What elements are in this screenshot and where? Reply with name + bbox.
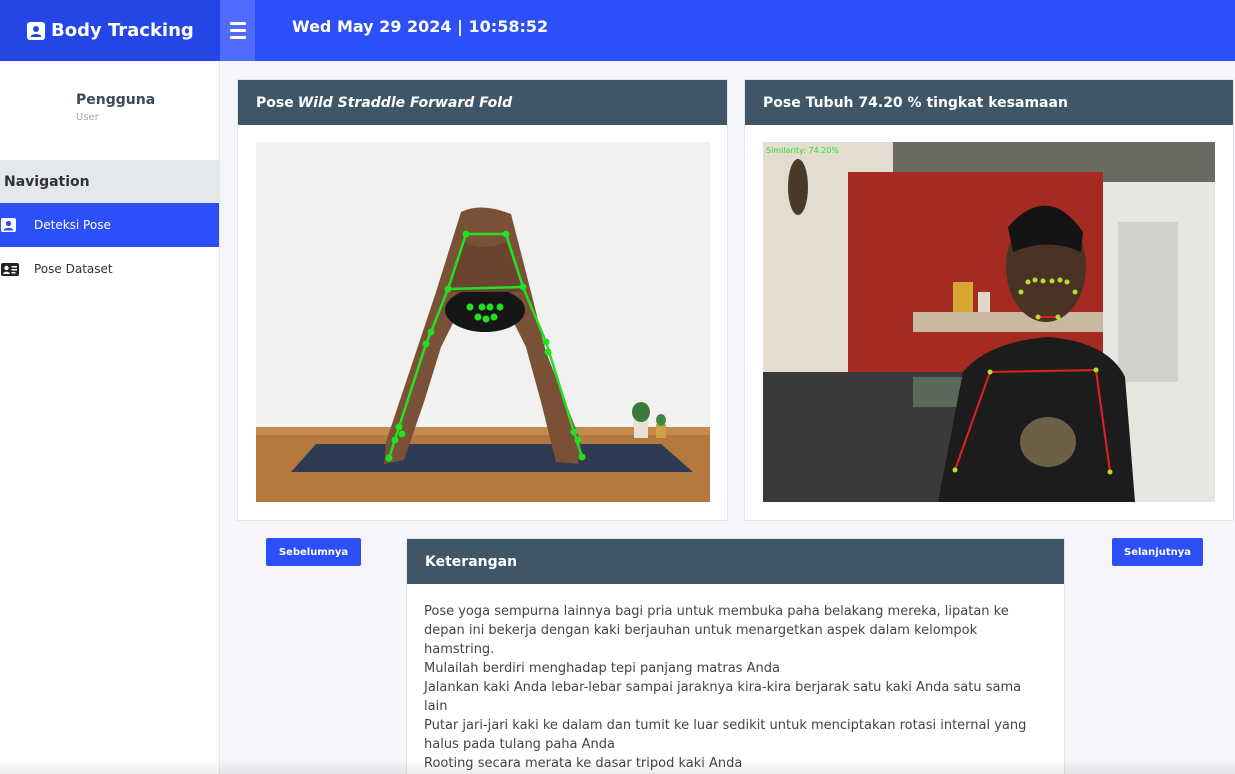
top-bar: Body Tracking Wed May 29 2024 | 10:58:52: [0, 0, 1235, 61]
id-badge-icon: [27, 21, 45, 40]
description-body: Pose yoga sempurna lainnya bagi pria unt…: [407, 584, 1064, 774]
camera-pose-title: Pose Tubuh 74.20 % tingkat kesamaan: [745, 80, 1233, 125]
pose-name: Wild Straddle Forward Fold: [297, 94, 513, 111]
reference-pose-title: Pose Wild Straddle Forward Fold: [238, 80, 727, 125]
user-square-icon: [0, 218, 34, 232]
description-line: Mulailah berdiri menghadap tepi panjang …: [424, 661, 780, 676]
user-panel: Pengguna User: [0, 61, 219, 160]
sidebar-item-deteksi-pose[interactable]: Deteksi Pose: [0, 203, 219, 247]
user-role: User: [76, 112, 99, 123]
sidebar-item-pose-dataset[interactable]: Pose Dataset: [0, 247, 219, 291]
sidebar-item-label: Pose Dataset: [34, 262, 113, 276]
description-line: Pose yoga sempurna lainnya bagi pria unt…: [424, 604, 1009, 657]
description-line: Jalankan kaki Anda lebar-lebar sampai ja…: [424, 680, 1022, 714]
nav-heading: Navigation: [0, 160, 219, 203]
description-line: Putar jari-jari kaki ke dalam dan tumit …: [424, 718, 1027, 752]
camera-pose-card: Pose Tubuh 74.20 % tingkat kesamaan Simi…: [744, 79, 1234, 521]
description-card: Keterangan Pose yoga sempurna lainnya ba…: [406, 538, 1065, 774]
camera-feed-image: Similarity: 74.20%: [763, 142, 1215, 502]
brand[interactable]: Body Tracking: [0, 0, 220, 61]
menu-toggle-button[interactable]: [220, 0, 255, 61]
previous-button[interactable]: Sebelumnya: [266, 538, 361, 566]
description-title: Keterangan: [407, 539, 1064, 584]
id-card-icon: [0, 262, 34, 276]
reference-pose-card: Pose Wild Straddle Forward Fold: [237, 79, 728, 521]
next-button[interactable]: Selanjutnya: [1112, 538, 1203, 566]
hamburger-icon: [229, 20, 246, 41]
user-name: Pengguna: [76, 92, 156, 108]
bottom-shadow: [0, 760, 1235, 774]
sidebar-item-label: Deteksi Pose: [34, 218, 111, 232]
similarity-overlay-text: Similarity: 74.20%: [766, 146, 839, 155]
header-datetime: Wed May 29 2024 | 10:58:52: [292, 17, 549, 36]
reference-pose-image: [256, 142, 710, 502]
sidebar: Pengguna User Navigation Deteksi Pose Po…: [0, 61, 220, 774]
brand-title: Body Tracking: [51, 20, 194, 41]
